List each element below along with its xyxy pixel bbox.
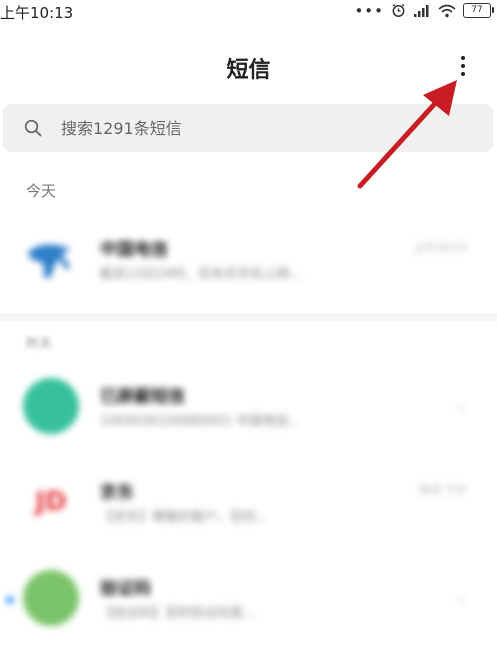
conversation-snippet: 截至13日24时，您本月手机上网... [100, 267, 302, 282]
page-title: 短信 [226, 58, 271, 83]
chevron-right-icon: › [458, 398, 465, 417]
conversation-name: 中国电信 [100, 240, 168, 260]
conversation-snippet: 1069036106880001 中国电信... [100, 414, 301, 429]
search-bar[interactable] [3, 104, 493, 152]
divider [0, 313, 497, 321]
conversation-item[interactable]: 验证码 【验证码】您的验证码是... › [0, 552, 497, 648]
chevron-right-icon: › [458, 590, 465, 609]
search-input[interactable] [61, 104, 481, 152]
section-header-today: 今天 [26, 182, 57, 200]
wifi-icon [438, 4, 456, 17]
more-dot [461, 64, 465, 68]
avatar [23, 570, 79, 626]
status-bar: 上午10:13 ••• 77 [0, 0, 497, 26]
alarm-icon [392, 3, 405, 17]
search-icon [24, 119, 42, 137]
battery-icon: 77 [463, 3, 494, 18]
avatar: JD [35, 487, 67, 517]
conversation-time: 上午10:13 [413, 241, 467, 254]
more-notifications-icon: ••• [354, 1, 384, 20]
avatar [23, 231, 79, 287]
conversation-item[interactable]: 中国电信 截至13日24时，您本月手机上网... 上午10:13 [0, 213, 497, 309]
section-header-earlier: 昨天 [26, 337, 53, 352]
conversation-name: 已屏蔽短信 [100, 387, 185, 407]
conversation-name: 京东 [100, 483, 134, 503]
telecom-logo-icon [28, 244, 71, 279]
more-dot [461, 72, 465, 76]
status-icons: ••• 77 [354, 1, 494, 20]
conversation-item[interactable]: 已屏蔽短信 1069036106880001 中国电信... › [0, 360, 497, 456]
conversation-name: 验证码 [100, 579, 151, 599]
more-dot [461, 56, 465, 60]
status-time: 上午10:13 [0, 4, 74, 22]
avatar [23, 378, 79, 434]
conversation-item[interactable]: JD 京东 【京东】尊敬的客户，您的... 昨天 下午 [0, 456, 497, 552]
more-options-button[interactable] [452, 50, 474, 82]
conversation-snippet: 【京东】尊敬的客户，您的... [100, 510, 269, 525]
conversation-time: 昨天 下午 [419, 484, 468, 497]
signal-icon [414, 4, 429, 17]
conversation-snippet: 【验证码】您的验证码是... [100, 606, 256, 621]
unread-indicator [6, 596, 14, 604]
